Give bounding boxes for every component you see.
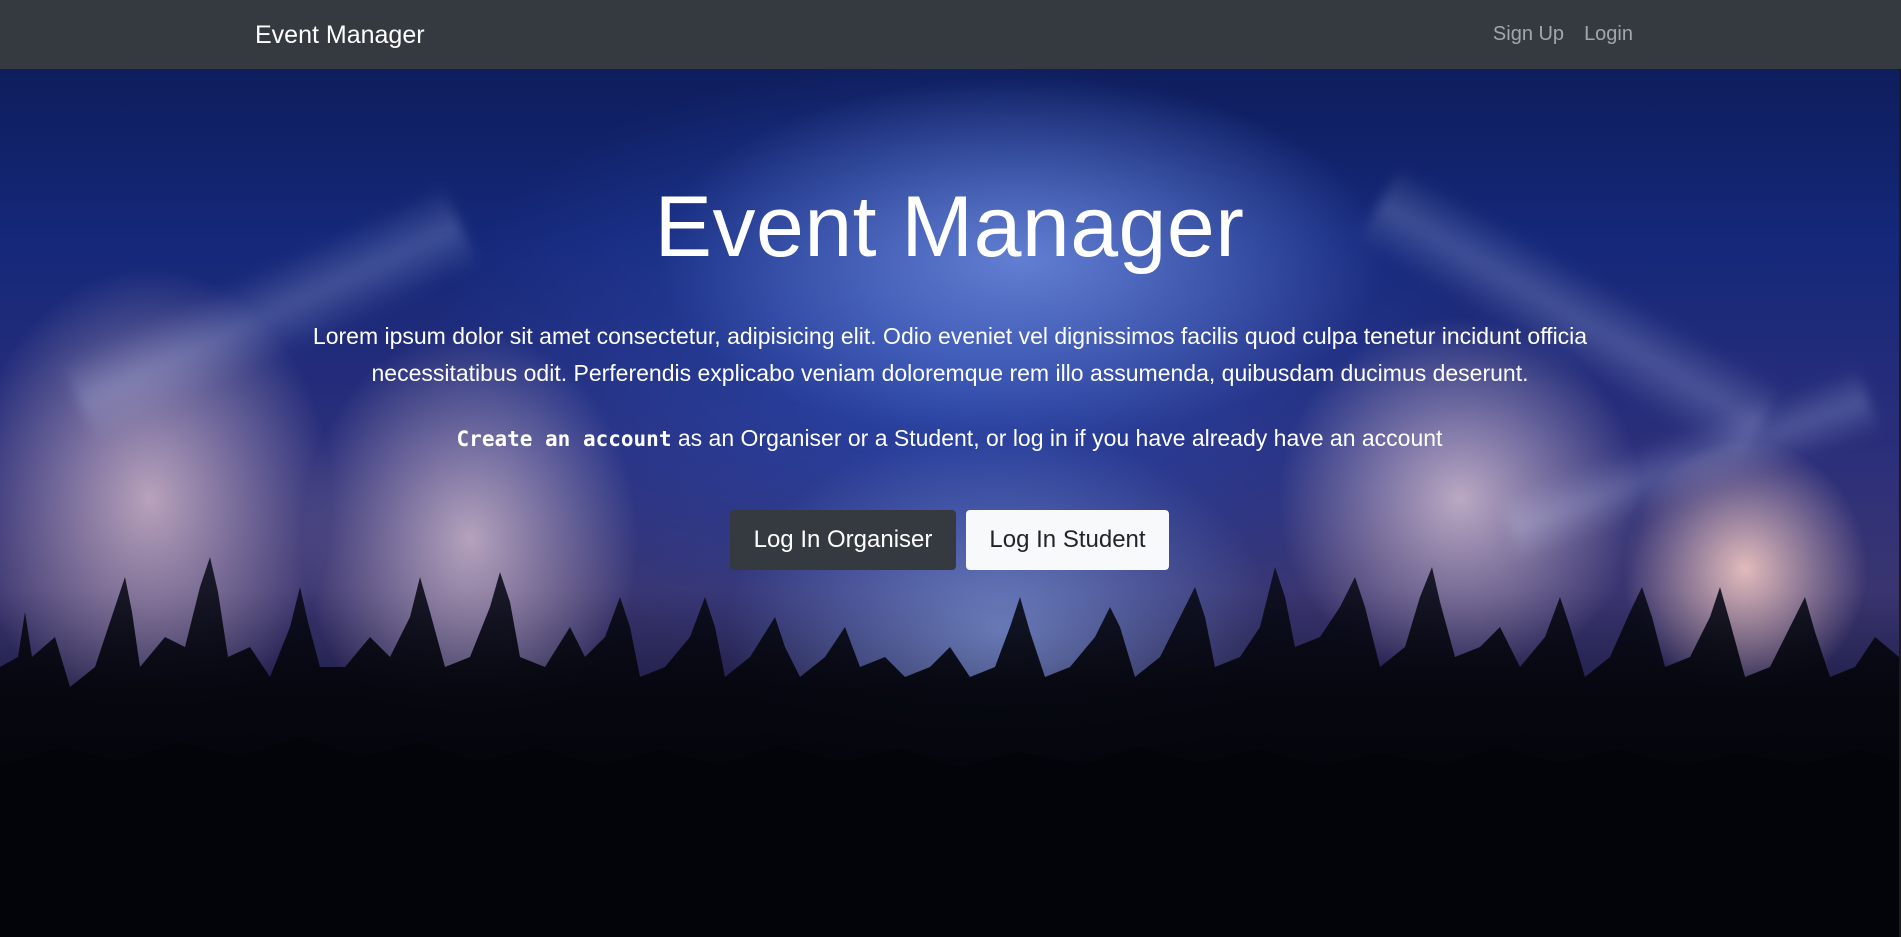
cta-description: as an Organiser or a Student, or log in … [671, 425, 1443, 451]
crowd-silhouette [0, 557, 1899, 937]
page: Event Manager Sign Up Login Event Manage… [0, 0, 1901, 937]
sign-up-link[interactable]: Sign Up [1493, 23, 1564, 46]
log-in-student-button[interactable]: Log In Student [966, 510, 1169, 570]
hero-title: Event Manager [654, 179, 1245, 275]
navbar: Event Manager Sign Up Login [0, 0, 1901, 69]
navbar-links: Sign Up Login [1493, 23, 1633, 46]
hero-cta-text: Create an account as an Organiser or a S… [0, 425, 1899, 452]
hero-description: Lorem ipsum dolor sit amet consectetur, … [312, 323, 1588, 386]
log-in-organiser-button[interactable]: Log In Organiser [730, 510, 956, 570]
create-account-code: Create an account [456, 427, 672, 451]
login-buttons: Log In Organiser Log In Student [0, 510, 1899, 570]
navbar-brand[interactable]: Event Manager [255, 21, 425, 50]
login-link[interactable]: Login [1584, 23, 1633, 46]
